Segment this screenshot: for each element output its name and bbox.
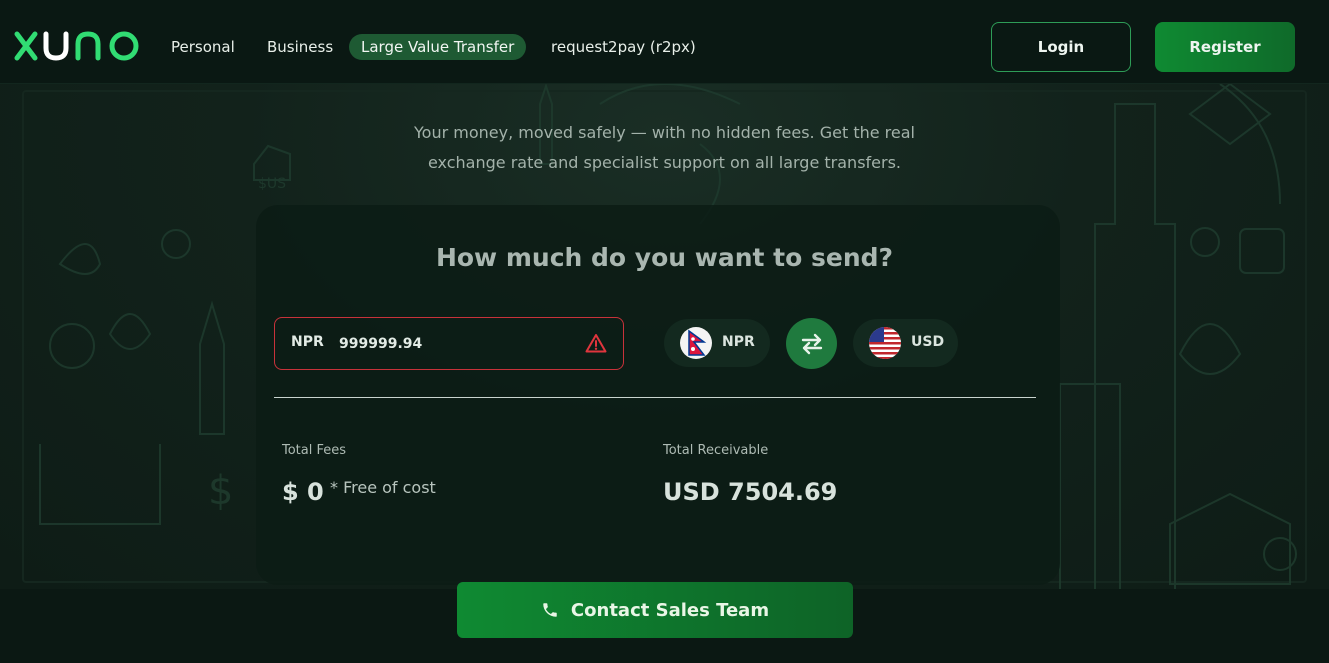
nav-large-value-transfer[interactable]: Large Value Transfer: [349, 34, 527, 60]
xuno-logo[interactable]: [14, 28, 144, 68]
swap-currencies-button[interactable]: [786, 318, 837, 369]
total-fees-value: $ 0: [282, 478, 324, 506]
total-fees-label: Total Fees: [282, 443, 347, 458]
calculator-divider: [274, 397, 1036, 398]
svg-text:$US: $US: [258, 176, 286, 192]
xuno-logo-mark: [14, 31, 139, 61]
total-receivable-label: Total Receivable: [663, 443, 769, 458]
swap-arrows-icon: [801, 333, 822, 354]
svg-text:$: $: [208, 468, 233, 514]
from-currency-selector[interactable]: NPR: [664, 319, 770, 367]
send-currency-label: NPR: [291, 334, 324, 350]
hero-tagline: Your money, moved safely — with no hidde…: [0, 118, 1329, 178]
top-navigation-bar: Personal Business Large Value Transfer r…: [0, 0, 1329, 84]
tagline-line-2: exchange rate and specialist support on …: [427, 153, 901, 172]
tagline-line-1: Your money, moved safely — with no hidde…: [414, 123, 915, 142]
from-currency-code: NPR: [722, 334, 755, 350]
total-fees-note: * Free of cost: [330, 478, 436, 497]
to-currency-selector[interactable]: USD: [853, 319, 958, 367]
nav-request2pay[interactable]: request2pay (r2px): [551, 34, 696, 60]
nav-personal[interactable]: Personal: [171, 34, 235, 60]
login-button[interactable]: Login: [991, 22, 1131, 72]
nepal-flag-icon: [680, 327, 712, 359]
usa-flag-icon: [869, 327, 901, 359]
send-amount-input[interactable]: [339, 330, 569, 358]
contact-sales-button[interactable]: Contact Sales Team: [457, 582, 853, 638]
to-currency-code: USD: [911, 334, 945, 350]
register-button[interactable]: Register: [1155, 22, 1295, 72]
total-receivable-value: USD 7504.69: [663, 478, 838, 506]
warning-triangle-icon: [585, 333, 607, 357]
contact-sales-label: Contact Sales Team: [570, 599, 770, 621]
phone-icon: [543, 603, 557, 617]
calculator-title: How much do you want to send?: [435, 243, 894, 272]
send-amount-field[interactable]: NPR: [274, 317, 624, 370]
nav-business[interactable]: Business: [267, 34, 333, 60]
